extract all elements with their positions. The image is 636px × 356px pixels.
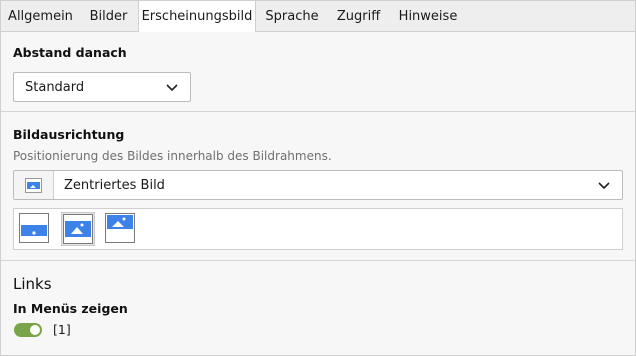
image-center-icon bbox=[25, 178, 42, 193]
show-in-menus-value: [1] bbox=[53, 322, 71, 337]
image-align-center-icon bbox=[63, 214, 93, 244]
chevron-down-icon bbox=[598, 182, 610, 190]
spacing-section: Abstand danach Standard bbox=[1, 32, 635, 111]
tab-hinweise[interactable]: Hinweise bbox=[390, 1, 466, 31]
image-alignment-options bbox=[13, 208, 623, 250]
tab-sprache[interactable]: Sprache bbox=[257, 1, 327, 31]
spacing-label: Abstand danach bbox=[13, 45, 127, 60]
image-align-top-option[interactable] bbox=[104, 212, 138, 246]
links-title: Links bbox=[13, 275, 52, 293]
tab-zugriff[interactable]: Zugriff bbox=[327, 1, 390, 31]
image-alignment-select-icon-cell bbox=[14, 171, 54, 199]
spacing-select[interactable]: Standard bbox=[13, 72, 191, 102]
image-align-center-option[interactable] bbox=[61, 212, 95, 246]
image-alignment-label: Bildausrichtung bbox=[13, 127, 125, 142]
spacing-select-value: Standard bbox=[25, 80, 85, 95]
image-align-bottom-icon bbox=[19, 213, 49, 243]
tab-bilder[interactable]: Bilder bbox=[80, 1, 137, 31]
image-alignment-select[interactable]: Zentriertes Bild bbox=[13, 170, 623, 200]
image-align-bottom-option[interactable] bbox=[18, 212, 52, 246]
show-in-menus-label: In Menüs zeigen bbox=[13, 301, 128, 316]
chevron-down-icon bbox=[166, 84, 178, 92]
tab-allgemein[interactable]: Allgemein bbox=[1, 1, 80, 31]
toggle-knob bbox=[30, 325, 40, 335]
content-frame: Allgemein Bilder Erscheinungsbild Sprach… bbox=[0, 0, 636, 356]
image-align-top-icon bbox=[105, 213, 135, 243]
links-section: Links In Menüs zeigen [1] bbox=[1, 261, 635, 355]
show-in-menus-toggle[interactable] bbox=[14, 323, 42, 337]
tab-erscheinungsbild[interactable]: Erscheinungsbild bbox=[138, 1, 256, 32]
tab-bar: Allgemein Bilder Erscheinungsbild Sprach… bbox=[1, 1, 635, 32]
image-alignment-select-value: Zentriertes Bild bbox=[64, 178, 165, 193]
image-alignment-description: Positionierung des Bildes innerhalb des … bbox=[13, 149, 332, 163]
image-alignment-section: Bildausrichtung Positionierung des Bilde… bbox=[1, 112, 635, 260]
